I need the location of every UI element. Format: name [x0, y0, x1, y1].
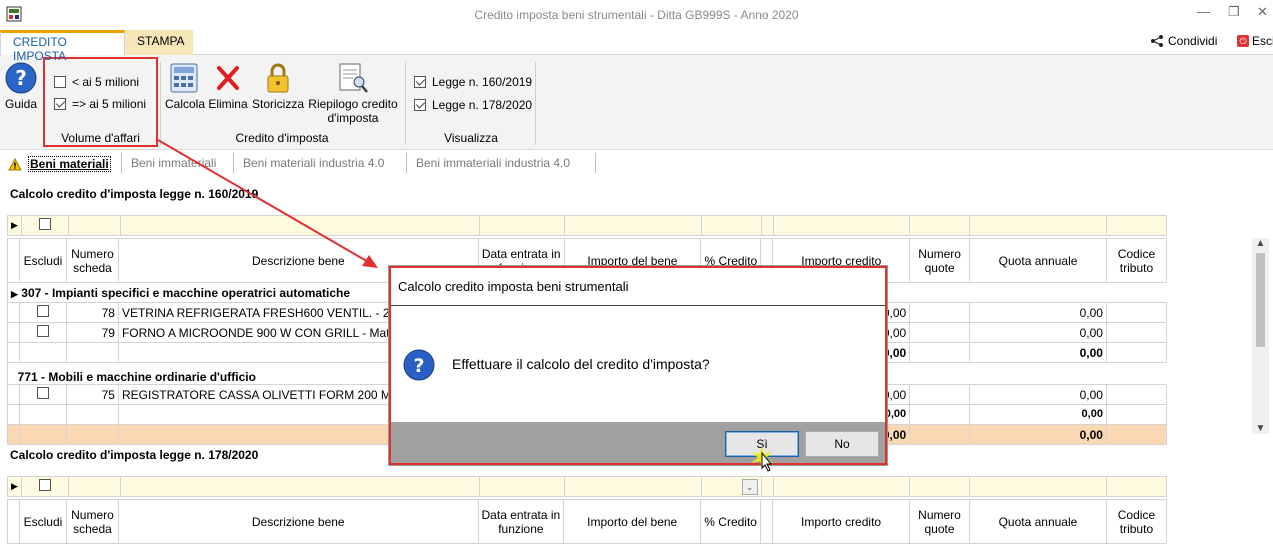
tab-credito-imposta[interactable]: CREDITO IMPOSTA [0, 30, 125, 63]
mouse-cursor-icon [751, 446, 773, 472]
dialog-button-bar: Sì No [391, 422, 885, 463]
dialog-message: Effettuare il calcolo del credito d'impo… [452, 356, 710, 372]
confirm-dialog: Calcolo credito imposta beni strumentali… [389, 266, 887, 465]
dialog-title: Calcolo credito imposta beni strumentali [391, 268, 885, 306]
svg-text:?: ? [413, 355, 424, 377]
question-icon: ? [403, 349, 435, 381]
no-button[interactable]: No [805, 431, 879, 457]
dialog-body: ? Effettuare il calcolo del credito d'im… [391, 306, 885, 422]
